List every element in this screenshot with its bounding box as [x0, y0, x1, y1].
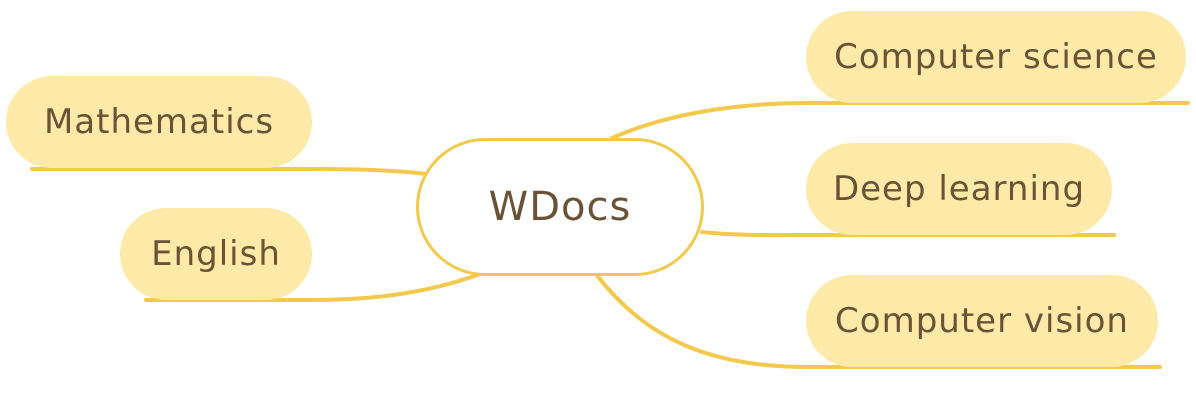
connector-mathematics: [30, 167, 428, 176]
topic-english[interactable]: English: [120, 208, 312, 300]
topic-mathematics[interactable]: Mathematics: [6, 76, 312, 168]
topic-deep-learning[interactable]: Deep learning: [806, 143, 1112, 235]
topic-computer-vision[interactable]: Computer vision: [806, 275, 1158, 367]
topic-label: Computer vision: [835, 301, 1129, 341]
connector-computer-science: [610, 101, 1190, 140]
topic-label: Deep learning: [832, 169, 1086, 209]
mind-map: Mathematics English WDocs Computer scien…: [0, 0, 1196, 416]
topic-computer-science[interactable]: Computer science: [806, 11, 1186, 103]
topic-label: Mathematics: [43, 102, 275, 142]
central-topic-label: WDocs: [488, 184, 632, 230]
topic-label: English: [151, 234, 281, 274]
central-topic-wdocs[interactable]: WDocs: [416, 138, 704, 276]
topic-label: Computer science: [834, 37, 1158, 77]
